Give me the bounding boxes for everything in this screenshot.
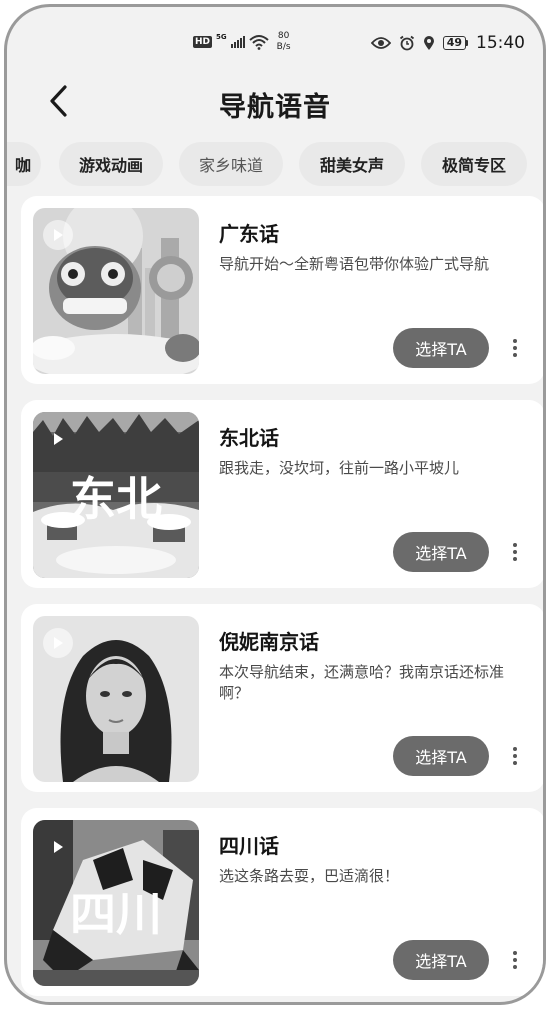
battery-level: 49 (442, 36, 466, 50)
status-bar: HD 5G 80 B/s 49 15:40 (7, 7, 543, 67)
voice-cover-image (33, 616, 199, 782)
status-network: HD 5G 80 B/s (193, 31, 291, 53)
select-voice-button[interactable]: 选择TA (393, 940, 489, 980)
wifi-icon (248, 34, 269, 50)
tab-game-anime[interactable]: 游戏动画 (59, 142, 163, 186)
voice-description: 本次导航结束，还满意哈？我南京话还标准啊？ (219, 663, 505, 702)
select-voice-button[interactable]: 选择TA (393, 328, 489, 368)
play-button[interactable] (43, 424, 73, 454)
cover-caption: 东北 (70, 472, 162, 526)
voice-title: 东北话 (219, 426, 279, 450)
network-speed-value: 80 (277, 31, 290, 41)
more-options-icon[interactable] (505, 332, 525, 364)
page-title: 导航语音 (219, 92, 331, 123)
battery-icon: 49 (442, 36, 468, 50)
voice-description: 导航开始～全新粤语包带你体验广式导航 (219, 255, 490, 273)
voice-card[interactable]: 倪妮南京话 本次导航结束，还满意哈？我南京话还标准啊？ 选择TA (21, 604, 543, 792)
alarm-icon (399, 35, 415, 51)
more-options-icon[interactable] (505, 536, 525, 568)
play-button[interactable] (43, 832, 73, 862)
play-icon (54, 637, 63, 649)
voice-description: 选这条路去耍，巴适滴很！ (219, 867, 400, 885)
play-button[interactable] (43, 628, 73, 658)
play-icon (54, 841, 63, 853)
status-time: 15:40 (476, 33, 525, 53)
header: 导航语音 (7, 73, 543, 129)
network-type: 5G (216, 33, 227, 41)
cover-caption: 四川 (70, 887, 162, 941)
network-speed-unit: B/s (276, 42, 291, 52)
signal-bars-icon (230, 36, 245, 48)
voice-title: 四川话 (219, 834, 279, 858)
voice-description: 跟我走，没坎坷，往前一路小平坡儿 (219, 459, 460, 477)
tab-sweet-female[interactable]: 甜美女声 (299, 142, 405, 186)
network-speed: 80 B/s (277, 31, 291, 53)
voice-cover-image: 四川 (33, 820, 199, 986)
play-button[interactable] (43, 220, 73, 250)
play-icon (54, 229, 63, 241)
voice-cover-image: 东北 (33, 412, 199, 578)
voice-title: 倪妮南京话 (219, 630, 319, 654)
play-icon (54, 433, 63, 445)
category-tabs: 咖 游戏动画 家乡味道 甜美女声 极简专区 (7, 142, 543, 188)
tab-hometown[interactable]: 家乡味道 (179, 142, 283, 186)
status-indicators: 49 15:40 (370, 33, 525, 53)
hd-badge: HD (193, 36, 213, 48)
voice-cover-image (33, 208, 199, 374)
tab-partial[interactable]: 咖 (7, 142, 41, 186)
more-options-icon[interactable] (505, 740, 525, 772)
phone-frame: HD 5G 80 B/s 49 15:40 导航语音 咖 游戏动画 家乡味道 甜… (4, 4, 546, 1005)
tab-minimal[interactable]: 极简专区 (421, 142, 527, 186)
location-icon (423, 35, 435, 51)
voice-card[interactable]: 四川 四川话 选这条路去耍，巴适滴很！ 选择TA (21, 808, 543, 996)
select-voice-button[interactable]: 选择TA (393, 736, 489, 776)
voice-title: 广东话 (219, 222, 279, 246)
voice-card[interactable]: 东北 东北话 跟我走，没坎坷，往前一路小平坡儿 选择TA (21, 400, 543, 588)
voice-card[interactable]: 广东话 导航开始～全新粤语包带你体验广式导航 选择TA (21, 196, 543, 384)
eye-icon (370, 36, 391, 50)
select-voice-button[interactable]: 选择TA (393, 532, 489, 572)
more-options-icon[interactable] (505, 944, 525, 976)
